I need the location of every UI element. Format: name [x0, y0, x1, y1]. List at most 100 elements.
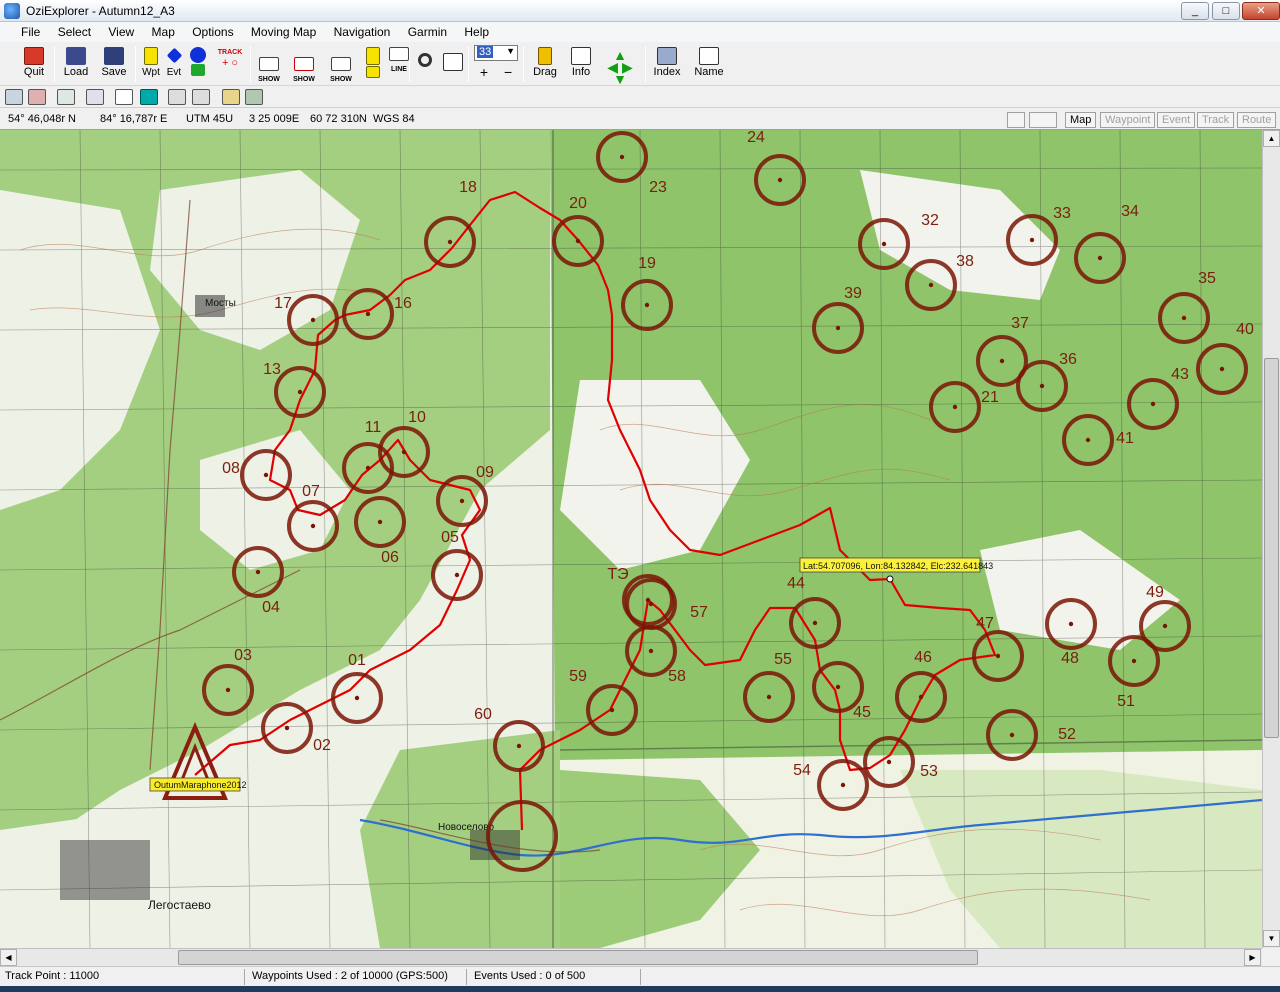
- vertical-scrollbar[interactable]: ▲ ▼: [1262, 130, 1280, 948]
- save-map-icon[interactable]: [1029, 112, 1057, 128]
- events-show-icon: [331, 57, 351, 71]
- menu-map[interactable]: Map: [145, 22, 182, 39]
- waypoints-used-status: Waypoints Used : 2 of 10000 (GPS:500): [252, 970, 448, 982]
- move-arrows-button[interactable]: ▲ ◀ ▶ ▼: [600, 45, 640, 87]
- zoom-in-icon[interactable]: +: [480, 64, 488, 80]
- menu-select[interactable]: Select: [51, 22, 98, 39]
- waypoint-dot: [1085, 437, 1091, 443]
- waypoint-label: 01: [348, 652, 366, 669]
- window-button[interactable]: [442, 45, 464, 83]
- scroll-right-icon[interactable]: ▶: [1244, 949, 1261, 966]
- arrows-icon: ▲ ◀ ▶ ▼: [607, 47, 633, 87]
- elevation-chart-icon[interactable]: [115, 89, 133, 105]
- waypoint-label: 07: [302, 483, 320, 500]
- antenna-icon[interactable]: [140, 89, 158, 105]
- info-icon: [571, 47, 591, 65]
- menu-options[interactable]: Options: [185, 22, 240, 39]
- grid-alt-icon[interactable]: [192, 89, 210, 105]
- find-button[interactable]: [414, 45, 436, 83]
- waypoint-dot: [619, 154, 625, 160]
- waypoint-dot: [928, 282, 934, 288]
- tab-waypoint[interactable]: Waypoint: [1100, 112, 1156, 128]
- waypoint-dot: [648, 601, 654, 607]
- windows-icon[interactable]: [57, 89, 75, 105]
- vertical-scroll-thumb[interactable]: [1264, 358, 1279, 738]
- waypoint-button[interactable]: Wpt: [140, 45, 162, 83]
- waypoint-label: 43: [1171, 366, 1189, 383]
- map-settings-icon[interactable]: [28, 89, 46, 105]
- name-search-icon: [699, 47, 719, 65]
- start-label: OutumMaraphone2012: [154, 780, 247, 790]
- waypoint-dot: [310, 317, 316, 323]
- menu-help[interactable]: Help: [457, 22, 496, 39]
- minimize-button[interactable]: _: [1181, 2, 1209, 20]
- track-button[interactable]: TRACK + ○: [214, 45, 246, 83]
- zoom-select[interactable]: 33 ▼: [474, 45, 518, 61]
- menu-moving-map[interactable]: Moving Map: [244, 22, 323, 39]
- name-button[interactable]: Name: [692, 45, 726, 83]
- menu-navigation[interactable]: Navigation: [327, 22, 398, 39]
- tab-event[interactable]: Event: [1157, 112, 1196, 128]
- waypoint-label: 41: [1116, 430, 1134, 447]
- waypoint-dot: [995, 653, 1001, 659]
- waypoint-dot: [645, 597, 651, 603]
- utm-zone-readout: UTM 45U: [186, 113, 234, 125]
- waypoint-label: 49: [1146, 584, 1164, 601]
- place-label: Новоселово: [438, 822, 494, 833]
- route-button[interactable]: [187, 45, 209, 83]
- line-icon: [389, 47, 409, 61]
- map-layer-icon[interactable]: [5, 89, 23, 105]
- zoom-out-icon[interactable]: −: [504, 64, 512, 80]
- waypoint-dot: [1068, 621, 1074, 627]
- waypoint-label: 10: [408, 409, 426, 426]
- save-button[interactable]: Save: [98, 45, 130, 83]
- waypoint-label: 33: [1053, 205, 1071, 222]
- map-canvas[interactable]: Мосты Легостаево Новоселово 01 02 03 04 05 06…: [0, 130, 1262, 948]
- menu-view[interactable]: View: [101, 22, 141, 39]
- quit-button[interactable]: Quit: [20, 45, 48, 83]
- horizontal-scrollbar[interactable]: ◀ ▶: [0, 948, 1262, 966]
- close-button[interactable]: ✕: [1242, 2, 1280, 20]
- overlay-icon[interactable]: [222, 89, 240, 105]
- tab-track[interactable]: Track: [1197, 112, 1235, 128]
- show-track-button[interactable]: SHOW: [254, 45, 284, 83]
- tab-route[interactable]: Route: [1237, 112, 1277, 128]
- menu-garmin[interactable]: Garmin: [401, 22, 454, 39]
- drag-button[interactable]: Drag: [528, 45, 562, 83]
- index-button[interactable]: Index: [650, 45, 684, 83]
- waypoint-label: 51: [1117, 693, 1135, 710]
- waypoint-dot: [516, 743, 522, 749]
- maximize-button[interactable]: □: [1212, 2, 1240, 20]
- datum-readout: WGS 84: [373, 113, 415, 125]
- load-button[interactable]: Load: [60, 45, 92, 83]
- scroll-left-icon[interactable]: ◀: [0, 949, 17, 966]
- waypoint-label: 04: [262, 599, 280, 616]
- track-tag: TRACK: [217, 49, 243, 56]
- tiles-icon[interactable]: [245, 89, 263, 105]
- load-icon: [66, 47, 86, 65]
- waypoint-label: 52: [1058, 726, 1076, 743]
- grid-icon[interactable]: [168, 89, 186, 105]
- gps-icon[interactable]: [86, 89, 104, 105]
- line-tag: LINE: [391, 66, 407, 73]
- waypoint-label: 17: [274, 295, 292, 312]
- menu-file[interactable]: File: [14, 22, 47, 39]
- horizontal-scroll-thumb[interactable]: [178, 950, 978, 965]
- waypoint-label: 05: [441, 529, 459, 546]
- event-button[interactable]: Evt: [163, 45, 185, 83]
- waypoint-dot: [918, 694, 924, 700]
- window-title: OziExplorer - Autumn12_A3: [26, 4, 175, 18]
- waypoint-dot: [263, 472, 269, 478]
- waypoint-dot: [881, 241, 887, 247]
- info-button[interactable]: Info: [566, 45, 596, 83]
- scroll-down-icon[interactable]: ▼: [1263, 930, 1280, 947]
- route-lines-button[interactable]: [362, 45, 384, 83]
- waypoint-dot: [310, 523, 316, 529]
- show-waypoints-button[interactable]: SHOW: [289, 45, 319, 83]
- tab-map[interactable]: Map: [1065, 112, 1097, 128]
- scroll-up-icon[interactable]: ▲: [1263, 130, 1280, 147]
- show-events-button[interactable]: SHOW: [325, 45, 357, 83]
- map-image-icon[interactable]: [1007, 112, 1025, 128]
- waypoint-label: 21: [981, 389, 999, 406]
- waypoint-label: 32: [921, 212, 939, 229]
